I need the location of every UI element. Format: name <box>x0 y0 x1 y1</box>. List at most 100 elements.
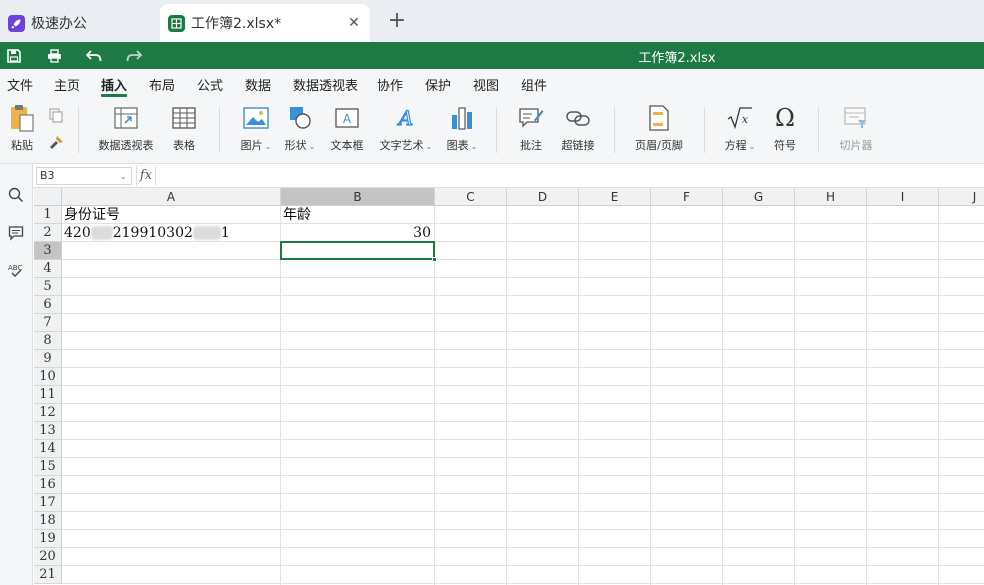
column-header-c[interactable]: C <box>435 188 507 206</box>
chevron-down-icon: ⌄ <box>264 142 272 151</box>
menu-formula[interactable]: 公式 <box>197 75 223 94</box>
cell-a2[interactable]: 420 219910302 1 <box>64 224 279 242</box>
cell-a1[interactable]: 身份证号 <box>64 206 279 224</box>
row-header-13[interactable]: 13 <box>34 422 62 440</box>
ribbon-separator <box>818 107 819 153</box>
shape-button[interactable]: 形状 ⌄ <box>282 103 318 153</box>
column-header-b[interactable]: B <box>281 188 435 206</box>
grid-line <box>62 403 984 404</box>
menu-view[interactable]: 视图 <box>473 75 499 94</box>
column-header-i[interactable]: I <box>867 188 939 206</box>
row-header-19[interactable]: 19 <box>34 530 62 548</box>
redo-icon[interactable] <box>124 46 144 66</box>
row-header-18[interactable]: 18 <box>34 512 62 530</box>
column-header-e[interactable]: E <box>579 188 651 206</box>
row-header-11[interactable]: 11 <box>34 386 62 404</box>
menu-pivot-table[interactable]: 数据透视表 <box>293 75 358 94</box>
link-icon <box>563 103 593 133</box>
close-icon[interactable]: ✕ <box>346 15 362 31</box>
function-icon[interactable]: fx <box>136 166 156 186</box>
chevron-down-icon[interactable]: ⌄ <box>120 172 127 181</box>
row-header-7[interactable]: 7 <box>34 314 62 332</box>
row-header-17[interactable]: 17 <box>34 494 62 512</box>
new-tab-button[interactable]: + <box>386 10 408 32</box>
undo-icon[interactable] <box>84 46 104 66</box>
row-header-1[interactable]: 1 <box>34 206 62 224</box>
symbol-label: 符号 <box>774 139 796 152</box>
symbol-button[interactable]: Ω 符号 <box>770 103 800 153</box>
row-header-9[interactable]: 9 <box>34 350 62 368</box>
equation-label: 方程 ⌄ <box>724 139 756 152</box>
redacted-mask <box>90 226 113 240</box>
ribbon-separator <box>78 107 79 153</box>
column-header-f[interactable]: F <box>651 188 723 206</box>
formula-input[interactable] <box>159 166 979 186</box>
cell-b1[interactable]: 年龄 <box>283 206 433 224</box>
fill-handle[interactable] <box>432 257 437 262</box>
row-header-4[interactable]: 4 <box>34 260 62 278</box>
menu-home[interactable]: 主页 <box>54 75 80 94</box>
row-header-15[interactable]: 15 <box>34 458 62 476</box>
ribbon-separator <box>704 107 705 153</box>
equation-button[interactable]: x 方程 ⌄ <box>722 103 758 153</box>
chart-button[interactable]: 图表 ⌄ <box>444 103 480 153</box>
column-header-a[interactable]: A <box>62 188 281 206</box>
shape-icon <box>285 103 315 133</box>
active-cell-selection[interactable] <box>280 241 435 260</box>
grid-line <box>62 277 984 278</box>
tab-workbook[interactable]: 工作簿2.xlsx* ✕ <box>160 4 370 42</box>
text-box-button[interactable]: A 文本框 <box>328 103 366 153</box>
row-header-20[interactable]: 20 <box>34 548 62 566</box>
text-art-icon: A <box>391 103 421 133</box>
svg-text:A: A <box>397 106 413 130</box>
tab-bar: 极速办公 工作簿2.xlsx* ✕ + <box>0 0 984 42</box>
paste-label: 粘贴 <box>11 139 33 152</box>
table-button[interactable]: 表格 <box>168 103 200 153</box>
row-header-16[interactable]: 16 <box>34 476 62 494</box>
row-header-12[interactable]: 12 <box>34 404 62 422</box>
text-art-button[interactable]: A 文字艺术 ⌄ <box>378 103 434 153</box>
paste-button[interactable]: 粘贴 <box>6 103 38 153</box>
image-button[interactable]: 图片 ⌄ <box>238 103 274 153</box>
chevron-down-icon: ⌄ <box>470 142 478 151</box>
comment-button[interactable]: 批注 <box>516 103 546 153</box>
comment-icon[interactable] <box>5 222 27 244</box>
search-icon[interactable] <box>5 184 27 206</box>
row-header-5[interactable]: 5 <box>34 278 62 296</box>
column-header-g[interactable]: G <box>723 188 795 206</box>
row-header-3[interactable]: 3 <box>34 242 62 260</box>
print-icon[interactable] <box>44 46 64 66</box>
column-header-j[interactable]: J <box>939 188 984 206</box>
menu-layout[interactable]: 布局 <box>149 75 175 94</box>
spellcheck-icon[interactable]: ABC <box>5 260 27 282</box>
hyperlink-button[interactable]: 超链接 <box>560 103 596 153</box>
omega-icon: Ω <box>775 104 795 132</box>
menu-collaborate[interactable]: 协作 <box>377 75 403 94</box>
row-header-6[interactable]: 6 <box>34 296 62 314</box>
select-all-corner[interactable] <box>34 188 62 206</box>
slicer-button[interactable]: 切片器 <box>836 103 876 153</box>
copy-icon[interactable] <box>48 107 66 125</box>
header-footer-button[interactable]: 页眉/页脚 <box>632 103 686 153</box>
row-header-21[interactable]: 21 <box>34 566 62 584</box>
save-icon[interactable] <box>4 46 24 66</box>
row-header-8[interactable]: 8 <box>34 332 62 350</box>
pivot-table-button[interactable]: 数据透视表 <box>96 103 156 153</box>
tab-home[interactable]: 极速办公 <box>4 4 148 42</box>
menu-file[interactable]: 文件 <box>7 75 33 94</box>
name-box[interactable]: B3 <box>36 167 132 185</box>
comment-label: 批注 <box>520 139 542 152</box>
menu-plugins[interactable]: 组件 <box>521 75 547 94</box>
row-header-10[interactable]: 10 <box>34 368 62 386</box>
column-header-d[interactable]: D <box>507 188 579 206</box>
spreadsheet-grid[interactable]: A B C D E F G H I J 1 2 3 4 5 6 7 8 9 10 11 12 13 14 15 16 17 18 19 2… <box>34 188 984 585</box>
cell-b2[interactable]: 30 <box>283 224 433 242</box>
menu-insert[interactable]: 插入 <box>101 75 127 94</box>
menu-protect[interactable]: 保护 <box>425 75 451 94</box>
format-painter-icon[interactable] <box>48 135 66 153</box>
row-header-14[interactable]: 14 <box>34 440 62 458</box>
row-header-2[interactable]: 2 <box>34 224 62 242</box>
menu-data[interactable]: 数据 <box>245 75 271 94</box>
column-header-h[interactable]: H <box>795 188 867 206</box>
id-number-segment: 420 <box>64 225 91 241</box>
